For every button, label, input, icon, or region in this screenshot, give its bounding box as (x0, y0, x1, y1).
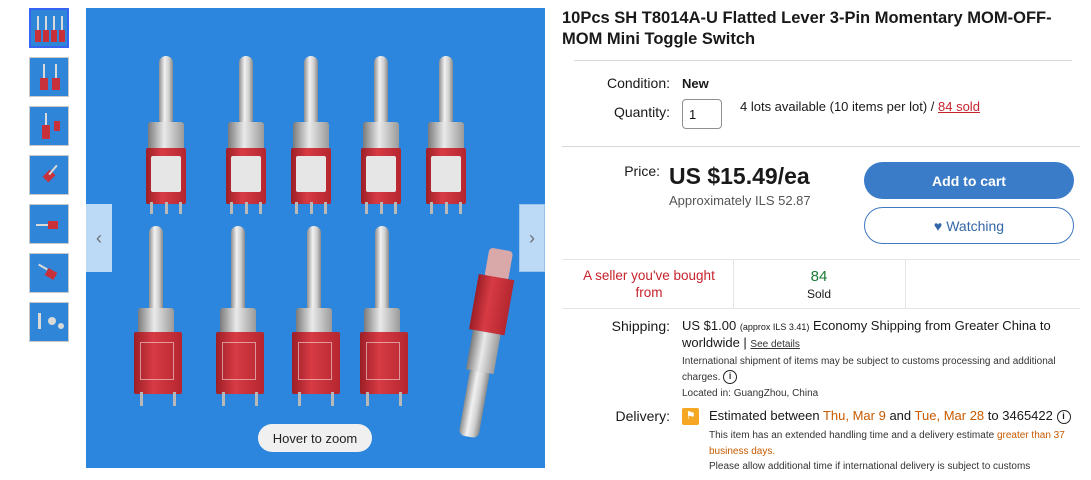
info-icon[interactable]: i (1056, 409, 1071, 424)
handling-note: This item has an extended handling time … (709, 428, 1074, 460)
prev-image-button[interactable]: ‹ (86, 204, 112, 272)
watching-label: Watching (946, 217, 1005, 234)
product-title: 10Pcs SH T8014A-U Flatted Lever 3-Pin Mo… (562, 9, 1052, 48)
delivery-label: Delivery: (615, 408, 670, 424)
thumbnail-1[interactable] (29, 8, 69, 48)
quantity-input[interactable] (682, 99, 722, 129)
chevron-left-icon: ‹ (96, 227, 102, 248)
shipping-label: Shipping: (611, 318, 670, 334)
toggle-switch-image (292, 226, 340, 408)
thumbnail-4[interactable] (29, 155, 69, 195)
item-location: Located in: GuangZhou, China (682, 388, 819, 399)
toggle-switch-image (361, 56, 401, 216)
stats-row: A seller you've bought from 84 Sold (562, 259, 1080, 309)
chevron-right-icon: › (529, 227, 535, 248)
shipping-cost: US $1.00 (682, 318, 737, 333)
delivery-customs-note: Please allow additional time if internat… (709, 461, 1031, 472)
toggle-switch-image (426, 56, 466, 216)
main-product-image[interactable]: ‹ › Hover to zoom (86, 8, 545, 468)
price-value: US $15.49/ea (669, 163, 810, 189)
thumbnail-strip (29, 8, 71, 351)
sold-cell: 84 Sold (734, 260, 906, 309)
see-details-link[interactable]: See details (750, 339, 799, 350)
customs-note-text: International shipment of items may be s… (682, 356, 1056, 383)
flag-icon: ⚑ (682, 408, 699, 425)
handling-note-text: This item has an extended handling time … (709, 430, 995, 441)
hover-to-zoom-badge: Hover to zoom (258, 424, 372, 452)
toggle-switch-image (226, 56, 266, 216)
shipping-details: US $1.00 (approx ILS 3.41) Economy Shipp… (682, 318, 1077, 353)
delivery-date-end: Tue, Mar 28 (914, 408, 985, 423)
sold-count-link[interactable]: 84 sold (938, 99, 980, 114)
seller-note: A seller you've bought from (583, 268, 715, 300)
next-image-button[interactable]: › (519, 204, 545, 272)
thumbnail-2[interactable] (29, 57, 69, 97)
divider (562, 146, 1080, 147)
availability-count: 4 lots available (10 items per lot) / (740, 99, 935, 114)
info-icon[interactable]: i (723, 370, 738, 385)
price-label: Price: (624, 163, 660, 179)
condition-value: New (682, 76, 709, 91)
thumbnail-5[interactable] (29, 204, 69, 244)
sold-label: Sold (806, 287, 832, 301)
heart-icon: ♥ (933, 217, 943, 234)
delivery-estimate: Estimated between Thu, Mar 9 and Tue, Ma… (709, 408, 1071, 424)
toggle-switch-image (216, 226, 264, 408)
toggle-switch-image (447, 246, 521, 450)
thumbnail-7[interactable] (29, 302, 69, 342)
price-approx: Approximately ILS 52.87 (669, 193, 811, 208)
shipping-approx: (approx ILS 3.41) (739, 322, 810, 332)
delivery-date-start: Thu, Mar 9 (822, 408, 886, 423)
watching-button[interactable]: ♥ Watching (864, 207, 1074, 244)
seller-note-cell: A seller you've bought from (562, 260, 734, 309)
add-to-cart-button[interactable]: Add to cart (864, 162, 1074, 199)
toggle-switch-image (134, 226, 182, 408)
toggle-switch-image (360, 226, 408, 408)
delivery-to: to (987, 408, 999, 423)
quantity-label: Quantity: (613, 104, 670, 120)
delivery-and: and (889, 408, 912, 423)
delivery-zip[interactable]: 3465422 (1002, 408, 1053, 423)
shipping-method: Economy Shipping from Greater China to w… (682, 318, 1051, 350)
availability-text: 4 lots available (10 items per lot) / 84… (740, 99, 980, 114)
thumbnail-6[interactable] (29, 253, 69, 293)
toggle-switch-image (291, 56, 331, 216)
condition-label: Condition: (606, 75, 670, 91)
sold-count: 84 (810, 268, 828, 285)
toggle-switch-image (146, 56, 186, 216)
divider (574, 60, 1072, 61)
thumbnail-3[interactable] (29, 106, 69, 146)
delivery-prefix: Estimated between (709, 408, 820, 423)
customs-note: International shipment of items may be s… (682, 354, 1077, 386)
